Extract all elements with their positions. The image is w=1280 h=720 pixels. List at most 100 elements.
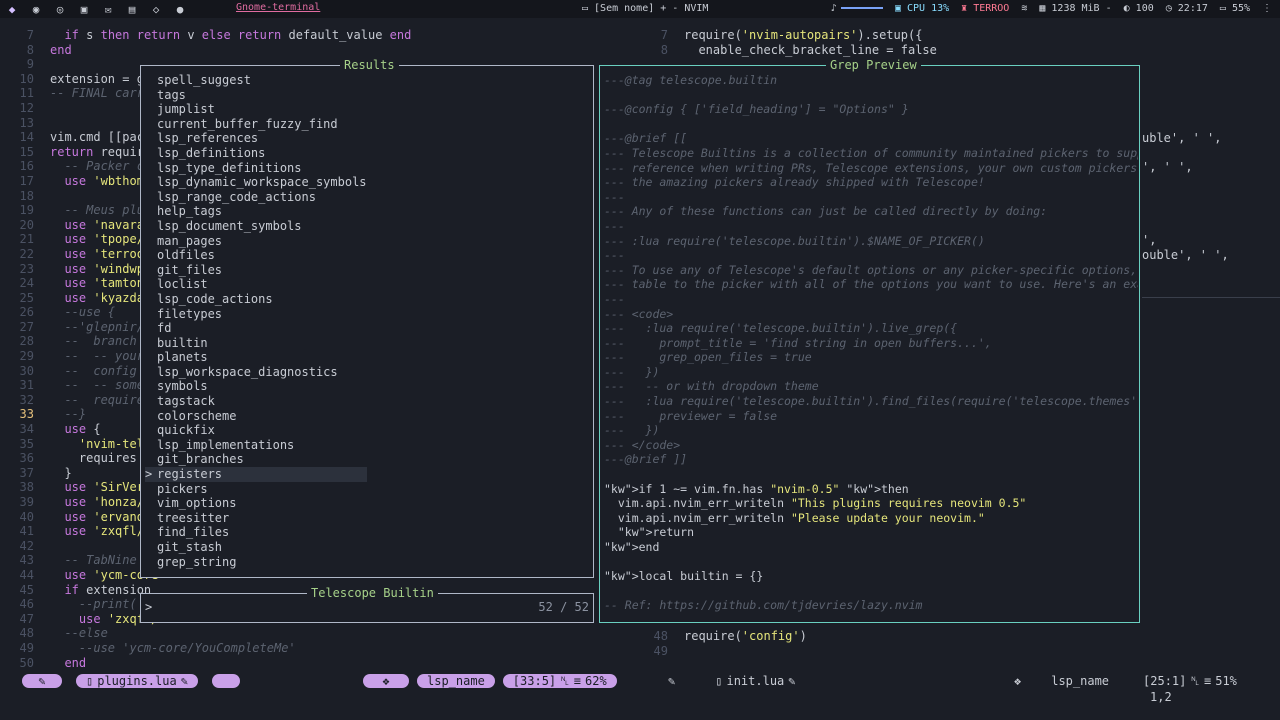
line-number: 41 bbox=[19, 524, 34, 539]
code-line[interactable]: 8 enable_check_bracket_line = false bbox=[648, 43, 937, 58]
result-item[interactable]: symbols bbox=[145, 379, 367, 394]
code-text: use { bbox=[64, 422, 101, 437]
preview-line: vim.api.nvim_err_writeln "Please update … bbox=[604, 510, 985, 525]
line-number: 33 bbox=[19, 407, 34, 422]
result-item[interactable]: pickers bbox=[145, 482, 367, 497]
result-item[interactable]: treesitter bbox=[145, 511, 367, 526]
result-item[interactable]: lsp_workspace_diagnostics bbox=[145, 365, 367, 380]
code-line[interactable]: 49 --use 'ycm-core/YouCompleteMe' bbox=[14, 641, 411, 656]
code-line[interactable]: 48 --else bbox=[14, 626, 411, 641]
preview-line: --- previewer = false bbox=[604, 408, 778, 423]
line-number: 35 bbox=[19, 436, 34, 451]
code-icon[interactable]: ◇ bbox=[144, 0, 168, 18]
result-item[interactable]: lsp_dynamic_workspace_symbols bbox=[145, 175, 367, 190]
result-item[interactable]: fd bbox=[145, 321, 367, 336]
right-editor-bottom[interactable]: 48 require('config') 49 bbox=[648, 629, 807, 658]
line-number: 19 bbox=[19, 203, 34, 218]
code-line[interactable]: 7 require('nvim-autopairs').setup({ bbox=[648, 28, 937, 43]
preview-line: --- To use any of Telescope's default op… bbox=[604, 262, 1138, 277]
preview-content: ---@tag telescope.builtin ---@config { ['… bbox=[604, 73, 1138, 613]
terminal-icon[interactable]: ▣ bbox=[72, 0, 96, 18]
result-item[interactable]: lsp_document_symbols bbox=[145, 219, 367, 234]
code-line[interactable]: 48 require('config') bbox=[648, 629, 807, 644]
file-name-pill[interactable]: plugins.lua bbox=[76, 674, 198, 688]
telescope-results[interactable]: Results spell_suggest tags jumplist current… bbox=[140, 58, 594, 578]
file-name[interactable]: init.lua bbox=[715, 674, 795, 688]
line-number: 47 bbox=[19, 611, 34, 626]
modified-icon bbox=[181, 674, 188, 688]
result-item[interactable]: colorscheme bbox=[145, 409, 367, 424]
result-item[interactable]: lsp_range_code_actions bbox=[145, 190, 367, 205]
result-item[interactable]: man_pages bbox=[145, 234, 367, 249]
result-item[interactable]: grep_string bbox=[145, 555, 367, 570]
result-item[interactable]: loclist bbox=[145, 277, 367, 292]
code-text: require('nvim-autopairs').setup({ bbox=[684, 28, 923, 42]
line-number: 44 bbox=[19, 567, 34, 582]
right-fragment: ', ' ', bbox=[1142, 160, 1193, 174]
result-item[interactable]: lsp_implementations bbox=[145, 438, 367, 453]
line-number: 21 bbox=[19, 232, 34, 247]
result-item[interactable]: git_branches bbox=[145, 452, 367, 467]
result-item[interactable]: lsp_code_actions bbox=[145, 292, 367, 307]
result-item[interactable]: tagstack bbox=[145, 394, 367, 409]
result-item[interactable]: filetypes bbox=[145, 307, 367, 322]
result-item[interactable]: tags bbox=[145, 88, 367, 103]
video-icon[interactable]: ● bbox=[168, 0, 192, 18]
arch-icon[interactable]: ◆ bbox=[0, 0, 24, 18]
result-item[interactable]: help_tags bbox=[145, 204, 367, 219]
chrome-icon[interactable]: ◎ bbox=[48, 0, 72, 18]
results-list[interactable]: spell_suggest tags jumplist current_buffer_… bbox=[145, 73, 367, 569]
music-widget[interactable]: ♪ bbox=[831, 3, 883, 14]
volume-bar[interactable] bbox=[840, 7, 883, 9]
brightness-widget: ◐ 100 bbox=[1123, 3, 1154, 14]
result-item[interactable]: git_stash bbox=[145, 540, 367, 555]
telescope-prompt[interactable]: Telescope Builtin > 52 / 52 bbox=[140, 586, 594, 623]
result-item[interactable]: planets bbox=[145, 350, 367, 365]
preview-line: --- -- or with dropdown theme bbox=[604, 379, 819, 394]
code-text: --use { bbox=[50, 305, 116, 320]
result-item[interactable]: spell_suggest bbox=[145, 73, 367, 88]
result-item[interactable]: lsp_definitions bbox=[145, 146, 367, 161]
wifi-icon[interactable]: ≋ bbox=[1021, 3, 1027, 14]
code-line[interactable]: 7 if s then return v else return default… bbox=[14, 28, 412, 43]
right-fragment: ouble', ' ', bbox=[1142, 248, 1229, 262]
results-title: Results bbox=[340, 58, 399, 72]
preview-line: --- reference when writing PRs, Telescop… bbox=[604, 160, 1138, 175]
system-tray: ♪ ▣ CPU 13% ♜ TERROO ≋ ▦ 1238 MiB - ◐ 10… bbox=[831, 3, 1272, 14]
line-number: 9 bbox=[26, 57, 34, 72]
top-bar: ◆ ◉ ◎ ▣ ✉ ▤ ◇ ● Gnome-terminal ▭ [Sem no… bbox=[0, 0, 1280, 18]
right-editor-top[interactable]: 7 require('nvim-autopairs').setup({8 enab… bbox=[648, 28, 937, 57]
result-item[interactable]: jumplist bbox=[145, 102, 367, 117]
result-item[interactable]: quickfix bbox=[145, 423, 367, 438]
left-statusline-right: lsp_name [33:5]␤≡62% bbox=[363, 672, 617, 690]
result-item[interactable]: lsp_references bbox=[145, 131, 367, 146]
result-item[interactable]: find_files bbox=[145, 525, 367, 540]
preview-line: --- bbox=[604, 291, 625, 306]
result-item[interactable]: oldfiles bbox=[145, 248, 367, 263]
menu-icon[interactable]: ⋮ bbox=[1262, 3, 1272, 14]
firefox-icon[interactable]: ◉ bbox=[24, 0, 48, 18]
right-fragment: ', bbox=[1142, 233, 1157, 247]
position: [25:1] ␤ ≡ 51% bbox=[1143, 673, 1237, 689]
right-statusline-right: lsp_name [25:1]␤≡51% bbox=[1014, 672, 1237, 690]
result-item[interactable]: git_files bbox=[145, 263, 367, 278]
preview-line: --- :lua require('telescope.builtin').$N… bbox=[604, 233, 985, 248]
line-number: 34 bbox=[19, 422, 34, 437]
mail-icon[interactable]: ✉ bbox=[96, 0, 120, 18]
result-item[interactable]: current_buffer_fuzzy_find bbox=[145, 117, 367, 132]
code-line[interactable]: 8 end bbox=[14, 43, 411, 58]
line-number: 32 bbox=[19, 392, 34, 407]
result-item[interactable]: registers bbox=[145, 467, 367, 482]
result-item[interactable]: builtin bbox=[145, 336, 367, 351]
code-line[interactable]: 50 end bbox=[14, 656, 411, 671]
result-count: 52 / 52 bbox=[538, 600, 589, 614]
preview-line bbox=[604, 467, 1138, 482]
result-item[interactable]: vim_options bbox=[145, 496, 367, 511]
code-line[interactable]: 49 bbox=[648, 644, 807, 659]
line-number: 37 bbox=[19, 465, 34, 480]
preview-line: -- Ref: https://github.com/tjdevries/laz… bbox=[604, 598, 923, 613]
line-number: 15 bbox=[19, 144, 34, 159]
result-item[interactable]: lsp_type_definitions bbox=[145, 161, 367, 176]
folder-icon[interactable]: ▤ bbox=[120, 0, 144, 18]
window-title[interactable]: Gnome-terminal bbox=[236, 2, 320, 13]
